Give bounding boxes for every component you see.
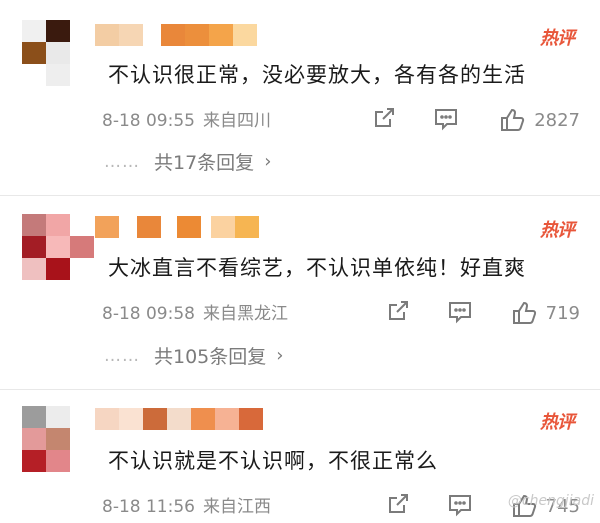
timestamp-location: 8-18 11:56 来自江西 [102,492,271,517]
comment-button[interactable] [446,490,474,518]
location: 来自四川 [202,111,271,131]
comment-item: 热评 大冰直言不看综艺，不认识单依纯！好直爽 8-18 09:58 来自黑龙江 7… [0,196,600,389]
comment-text: 大冰直言不看综艺，不认识单依纯！好直爽 [108,256,526,280]
chevron-right-icon: › [276,345,284,366]
comment-item: 热评 不认识很正常，没必要放大，各有各的生活 8-18 09:55 来自四川 28… [0,0,600,195]
username[interactable] [95,216,259,238]
comment-text: 不认识就是不认识啊，不很正常么 [108,449,438,473]
username[interactable] [95,408,263,430]
comment-meta: 8-18 09:55 来自四川 2827 [102,104,580,132]
replies-dots: …… [104,151,140,172]
hot-comment-badge: 热评 [540,412,575,433]
share-button[interactable] [370,104,398,132]
timestamp: 8-18 09:55 [102,111,195,131]
avatar[interactable] [22,406,94,472]
comment-icon [449,495,471,517]
like-button[interactable]: 719 [510,299,580,327]
share-button[interactable] [384,490,412,518]
share-button[interactable] [384,297,412,325]
hot-comment-badge: 热评 [540,28,575,49]
avatar[interactable] [22,214,94,280]
share-icon [389,494,408,513]
view-replies-link[interactable]: …… 共17条回复 › [104,148,271,175]
thumbs-up-icon [501,108,525,131]
timestamp: 8-18 11:56 [102,497,195,517]
timestamp-location: 8-18 09:55 来自四川 [102,106,271,131]
share-icon [389,301,408,320]
comment-meta: 8-18 09:58 来自黑龙江 719 [102,297,580,325]
timestamp-location: 8-18 09:58 来自黑龙江 [102,299,288,324]
replies-count: 共17条回复 [154,152,255,174]
comment-icon [449,302,471,324]
comment-text: 不认识很正常，没必要放大，各有各的生活 [108,63,526,87]
chevron-right-icon: › [264,151,272,172]
username[interactable] [95,24,257,46]
like-count: 719 [545,302,580,324]
location: 来自黑龙江 [202,304,288,324]
like-count: 2827 [534,109,580,131]
comment-icon [435,109,457,131]
avatar[interactable] [22,20,94,86]
hot-comment-badge: 热评 [540,220,575,241]
comment-button[interactable] [432,104,460,132]
watermark: @chengjiadi [507,493,594,509]
thumbs-up-icon [512,301,536,324]
like-button[interactable]: 2827 [498,106,580,134]
view-replies-link[interactable]: …… 共105条回复 › [104,342,283,369]
replies-count: 共105条回复 [154,346,267,368]
replies-dots: …… [104,345,140,366]
timestamp: 8-18 09:58 [102,304,195,324]
location: 来自江西 [202,497,271,517]
comment-button[interactable] [446,297,474,325]
share-icon [375,108,394,127]
